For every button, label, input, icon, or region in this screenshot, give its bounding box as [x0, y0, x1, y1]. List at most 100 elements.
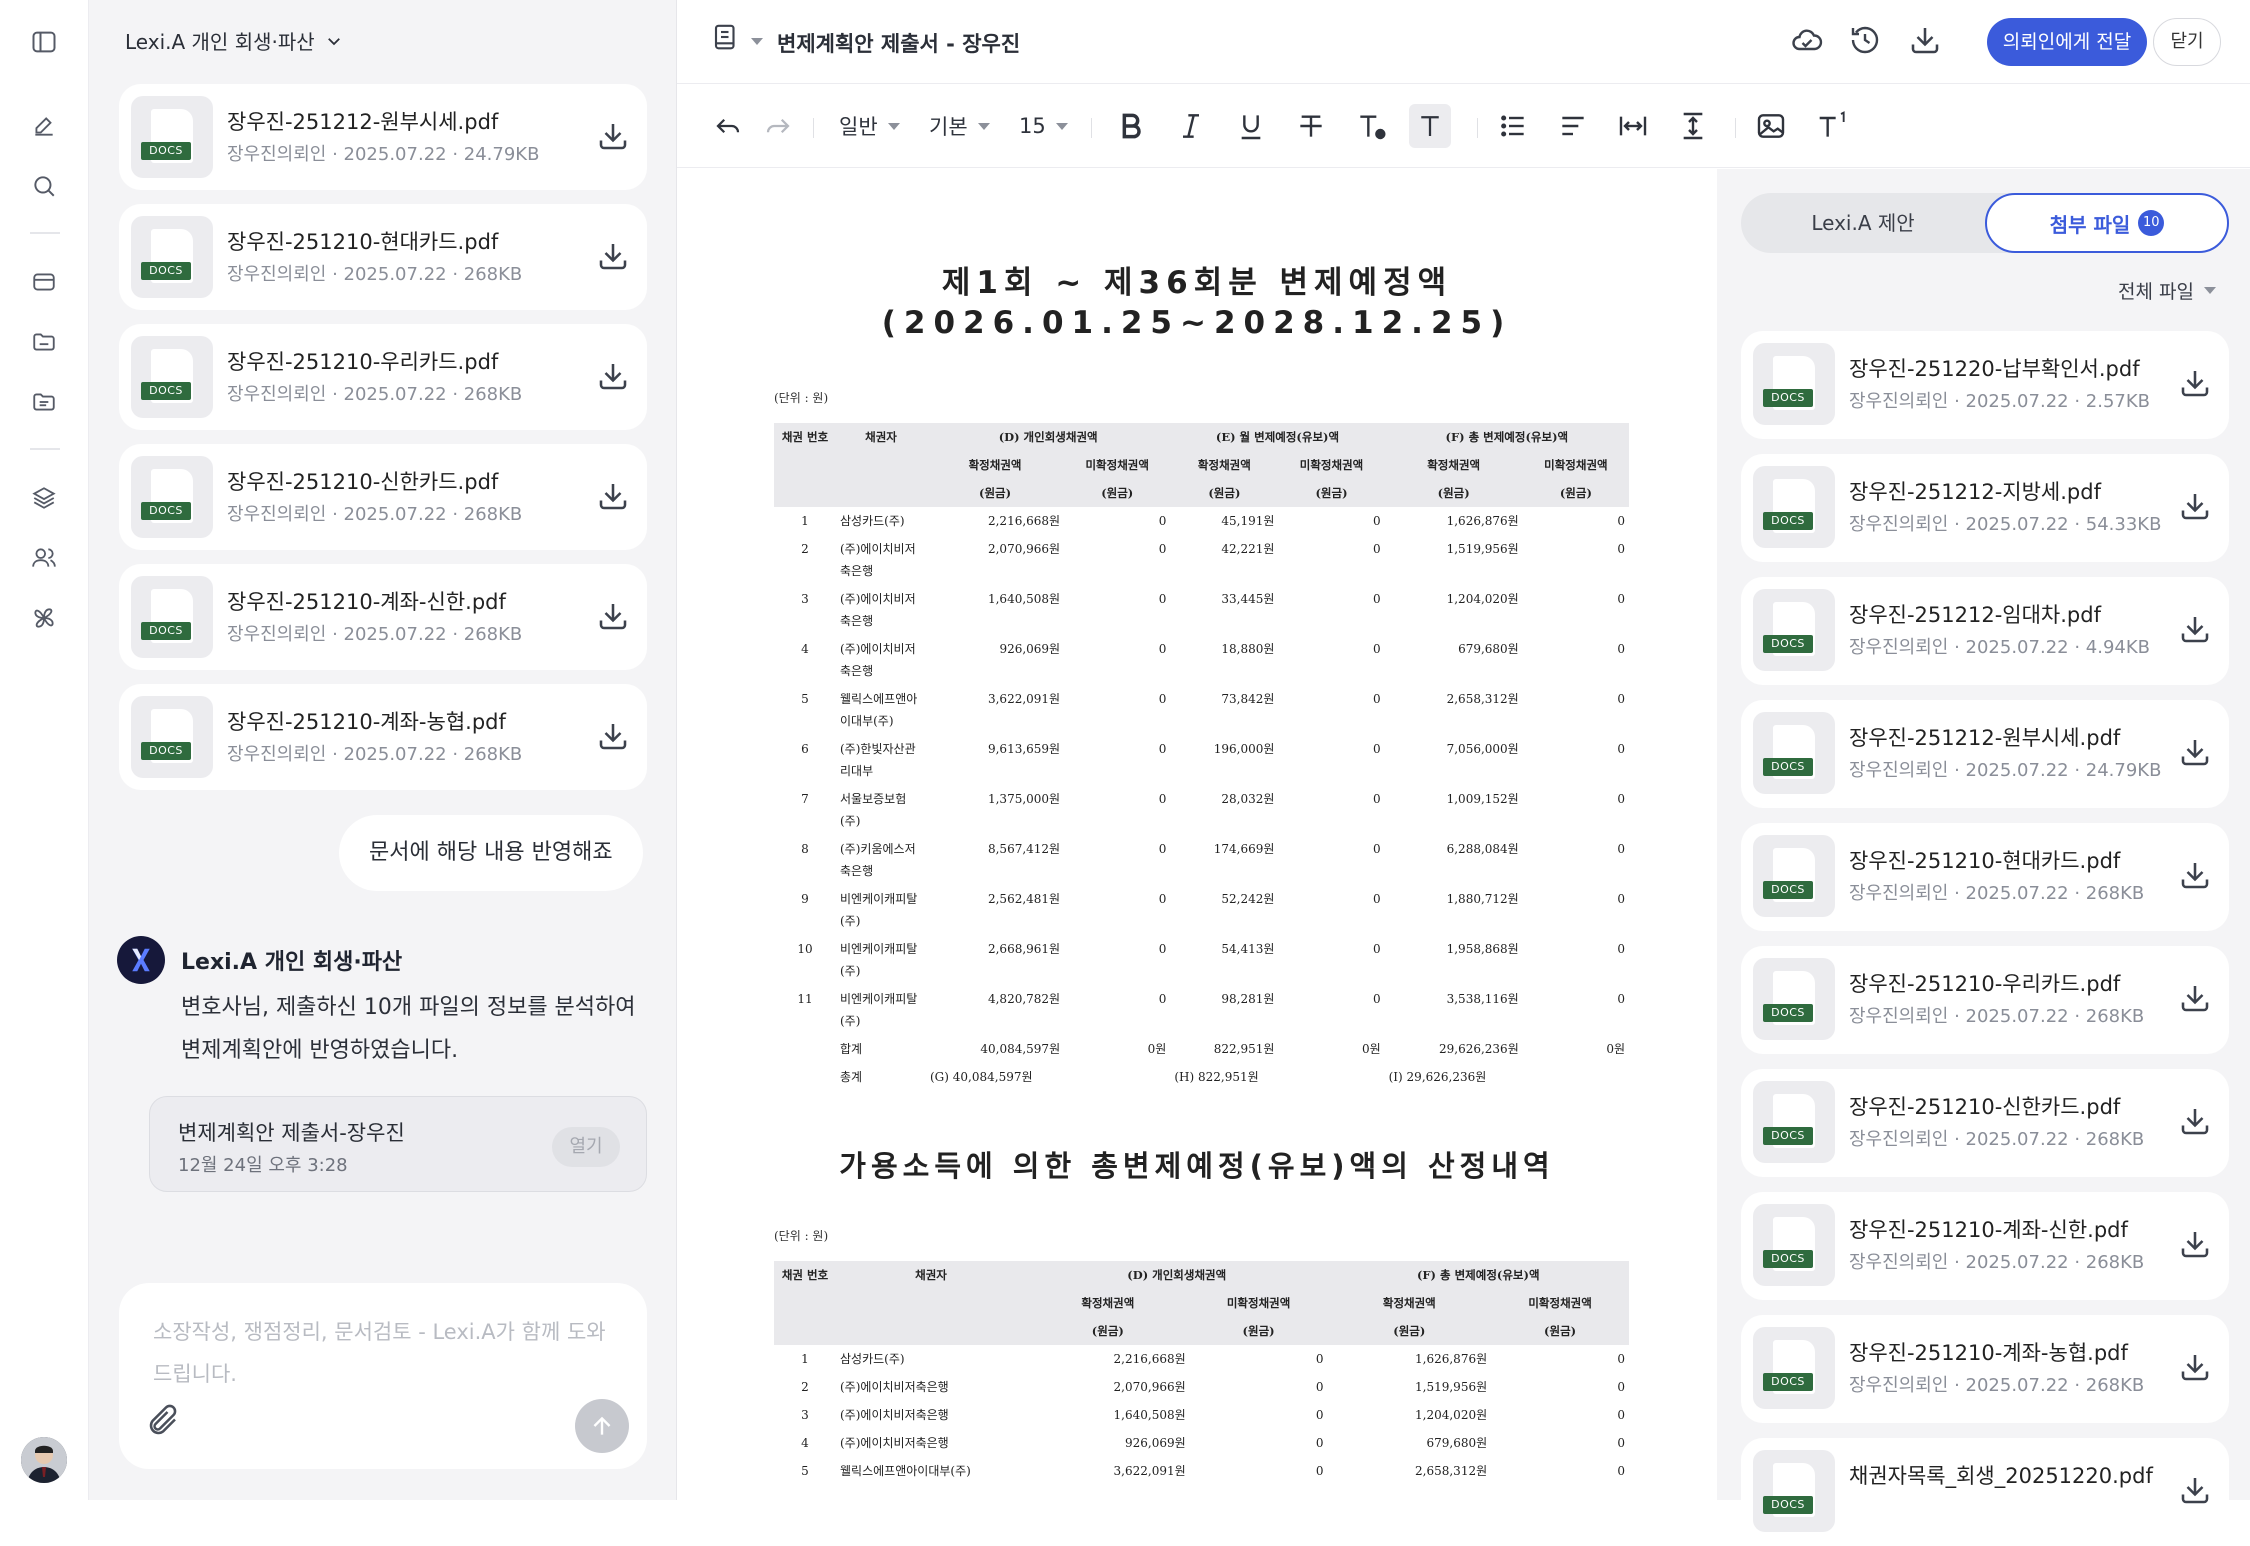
file-card[interactable]: DOCS 장우진-251210-계좌-농협.pdf 장우진의뢰인 · 2025.07…: [1741, 1315, 2229, 1423]
letter-spacing-icon[interactable]: [1617, 104, 1649, 148]
document-menu-caret-icon[interactable]: [751, 38, 763, 45]
download-icon[interactable]: [2177, 1349, 2213, 1385]
section2-title: 가용소득에 의한 총변제예정(유보)액의 산정내역: [839, 1149, 1555, 1183]
text-color-icon[interactable]: [1355, 104, 1387, 148]
file-card[interactable]: DOCS 장우진-251210-계좌-신한.pdf 장우진의뢰인 · 2025.07…: [119, 564, 647, 670]
avatar[interactable]: [21, 1437, 67, 1483]
bullet-list-icon[interactable]: [1497, 104, 1529, 148]
table-cell: 0: [1617, 792, 1625, 806]
file-card[interactable]: DOCS 장우진-251220-납부확인서.pdf 장우진의뢰인 · 2025.07…: [1741, 331, 2229, 439]
close-button[interactable]: 닫기: [2153, 18, 2221, 66]
download-icon[interactable]: [2177, 1103, 2213, 1139]
col-creditor: 채권자: [836, 423, 926, 507]
sidebar-toggle-icon[interactable]: [24, 22, 64, 62]
file-thumbnail: DOCS: [1753, 1450, 1835, 1532]
history-icon[interactable]: [1847, 22, 1887, 62]
file-name: 장우진-251210-계좌-신한.pdf: [1849, 1218, 2128, 1242]
layers-icon[interactable]: [24, 478, 64, 518]
tab-attachments[interactable]: 첨부 파일 10: [1985, 193, 2229, 253]
file-card[interactable]: DOCS 장우진-251210-우리카드.pdf 장우진의뢰인 · 2025.07.…: [119, 324, 647, 430]
file-card[interactable]: DOCS 장우진-251210-계좌-농협.pdf 장우진의뢰인 · 2025.07…: [119, 684, 647, 790]
table-cell: 2,216,668원: [1113, 1352, 1186, 1366]
table-cell: 0: [1617, 992, 1625, 1006]
cloud-icon[interactable]: [1789, 22, 1829, 62]
redo-icon[interactable]: [763, 104, 793, 148]
folder-stack-icon[interactable]: [24, 382, 64, 422]
file-card[interactable]: DOCS 장우진-251212-지방세.pdf 장우진의뢰인 · 2025.07.2…: [1741, 454, 2229, 562]
pinwheel-icon[interactable]: [24, 598, 64, 638]
superscript-icon[interactable]: [1815, 104, 1851, 148]
open-button[interactable]: 열기: [552, 1127, 620, 1167]
undo-icon[interactable]: [713, 104, 743, 148]
table-cell: (주)에이치비저축은행: [840, 1380, 949, 1394]
document-canvas[interactable]: 제1회 ~ 제36회분 변제예정액 (2026.01.25~2028.12.25…: [677, 169, 1717, 1500]
download-icon[interactable]: [2177, 1472, 2213, 1508]
file-owner: 장우진의뢰인: [1849, 1129, 1949, 1150]
download-icon[interactable]: [2177, 611, 2213, 647]
col-won: (원금): [1327, 1317, 1492, 1345]
file-card[interactable]: DOCS 장우진-251212-임대차.pdf 장우진의뢰인 · 2025.07.2…: [1741, 577, 2229, 685]
paragraph-style-select[interactable]: 일반: [839, 104, 900, 148]
users-icon[interactable]: [24, 538, 64, 578]
col-won: (원금): [1384, 479, 1523, 507]
sum-cell: 0원: [1147, 1042, 1167, 1056]
file-filter-select[interactable]: 전체 파일: [2118, 277, 2216, 304]
text-highlight-icon[interactable]: [1409, 104, 1451, 148]
download-icon[interactable]: [2177, 980, 2213, 1016]
underline-icon[interactable]: [1235, 104, 1267, 148]
file-card[interactable]: DOCS 장우진-251210-계좌-신한.pdf 장우진의뢰인 · 2025.07…: [1741, 1192, 2229, 1300]
file-size: 24.79KB: [463, 144, 540, 165]
download-icon[interactable]: [2177, 857, 2213, 893]
file-card[interactable]: DOCS 장우진-251210-우리카드.pdf 장우진의뢰인 · 2025.07.…: [1741, 946, 2229, 1054]
download-icon[interactable]: [1907, 22, 1947, 62]
file-card[interactable]: DOCS 채권자목록_회생_20251220.pdf: [1741, 1438, 2229, 1546]
file-owner: 장우진의뢰인: [227, 264, 327, 285]
message-input[interactable]: [153, 1311, 613, 1401]
table-cell: 0: [1158, 692, 1167, 706]
file-meta: 장우진의뢰인 · 2025.07.22 · 2.57KB: [1849, 391, 2150, 412]
table-cell: 5: [801, 692, 809, 706]
file-card[interactable]: DOCS 장우진-251210-현대카드.pdf 장우진의뢰인 · 2025.07.…: [119, 204, 647, 310]
download-icon[interactable]: [595, 358, 631, 394]
line-height-icon[interactable]: [1677, 104, 1709, 148]
download-icon[interactable]: [2177, 1226, 2213, 1262]
folder-icon[interactable]: [24, 322, 64, 362]
file-meta: 장우진의뢰인 · 2025.07.22 · 268KB: [227, 624, 523, 645]
edit-icon[interactable]: [24, 106, 64, 146]
col-confirmed: 확정채권액: [926, 451, 1065, 479]
image-icon[interactable]: [1755, 104, 1787, 148]
download-icon[interactable]: [595, 598, 631, 634]
available-income-table: 채권 번호 채권자 (D) 개인회생채권액 (F) 총 변제예정(유보)액 확정…: [774, 1261, 1629, 1485]
font-size-select[interactable]: 15: [1019, 104, 1068, 148]
paperclip-icon[interactable]: [145, 1403, 185, 1443]
download-icon[interactable]: [595, 118, 631, 154]
italic-icon[interactable]: [1175, 104, 1207, 148]
file-card[interactable]: DOCS 장우진-251210-신한카드.pdf 장우진의뢰인 · 2025.07.…: [1741, 1069, 2229, 1177]
download-icon[interactable]: [595, 238, 631, 274]
font-select[interactable]: 기본: [929, 104, 990, 148]
project-selector[interactable]: Lexi.A 개인 회생·파산: [125, 26, 343, 55]
download-icon[interactable]: [2177, 734, 2213, 770]
bold-icon[interactable]: [1115, 104, 1147, 148]
strikethrough-icon[interactable]: [1295, 104, 1327, 148]
table-cell: 926,069원: [999, 642, 1061, 656]
align-icon[interactable]: [1557, 104, 1589, 148]
document-card[interactable]: 변제계획안 제출서-장우진 12월 24일 오후 3:28 열기: [149, 1096, 647, 1192]
forward-to-client-button[interactable]: 의뢰인에게 전달: [1987, 18, 2147, 66]
file-card[interactable]: DOCS 장우진-251210-현대카드.pdf 장우진의뢰인 · 2025.07.…: [1741, 823, 2229, 931]
download-icon[interactable]: [595, 718, 631, 754]
send-button[interactable]: [575, 1399, 629, 1453]
file-card[interactable]: DOCS 장우진-251212-원부시세.pdf 장우진의뢰인 · 2025.07.…: [1741, 700, 2229, 808]
download-icon[interactable]: [595, 478, 631, 514]
file-card[interactable]: DOCS 장우진-251212-원부시세.pdf 장우진의뢰인 · 2025.07.…: [119, 84, 647, 190]
download-icon[interactable]: [2177, 488, 2213, 524]
table-cell: 0: [1158, 792, 1167, 806]
search-icon[interactable]: [24, 166, 64, 206]
col-unconfirmed: 미확정채권액: [1278, 451, 1385, 479]
download-icon[interactable]: [2177, 365, 2213, 401]
file-thumbnail: DOCS: [1753, 1081, 1835, 1163]
tab-suggestions[interactable]: Lexi.A 제안: [1741, 193, 1985, 253]
card-icon[interactable]: [24, 262, 64, 302]
document-icon[interactable]: [711, 22, 751, 62]
file-card[interactable]: DOCS 장우진-251210-신한카드.pdf 장우진의뢰인 · 2025.07.…: [119, 444, 647, 550]
